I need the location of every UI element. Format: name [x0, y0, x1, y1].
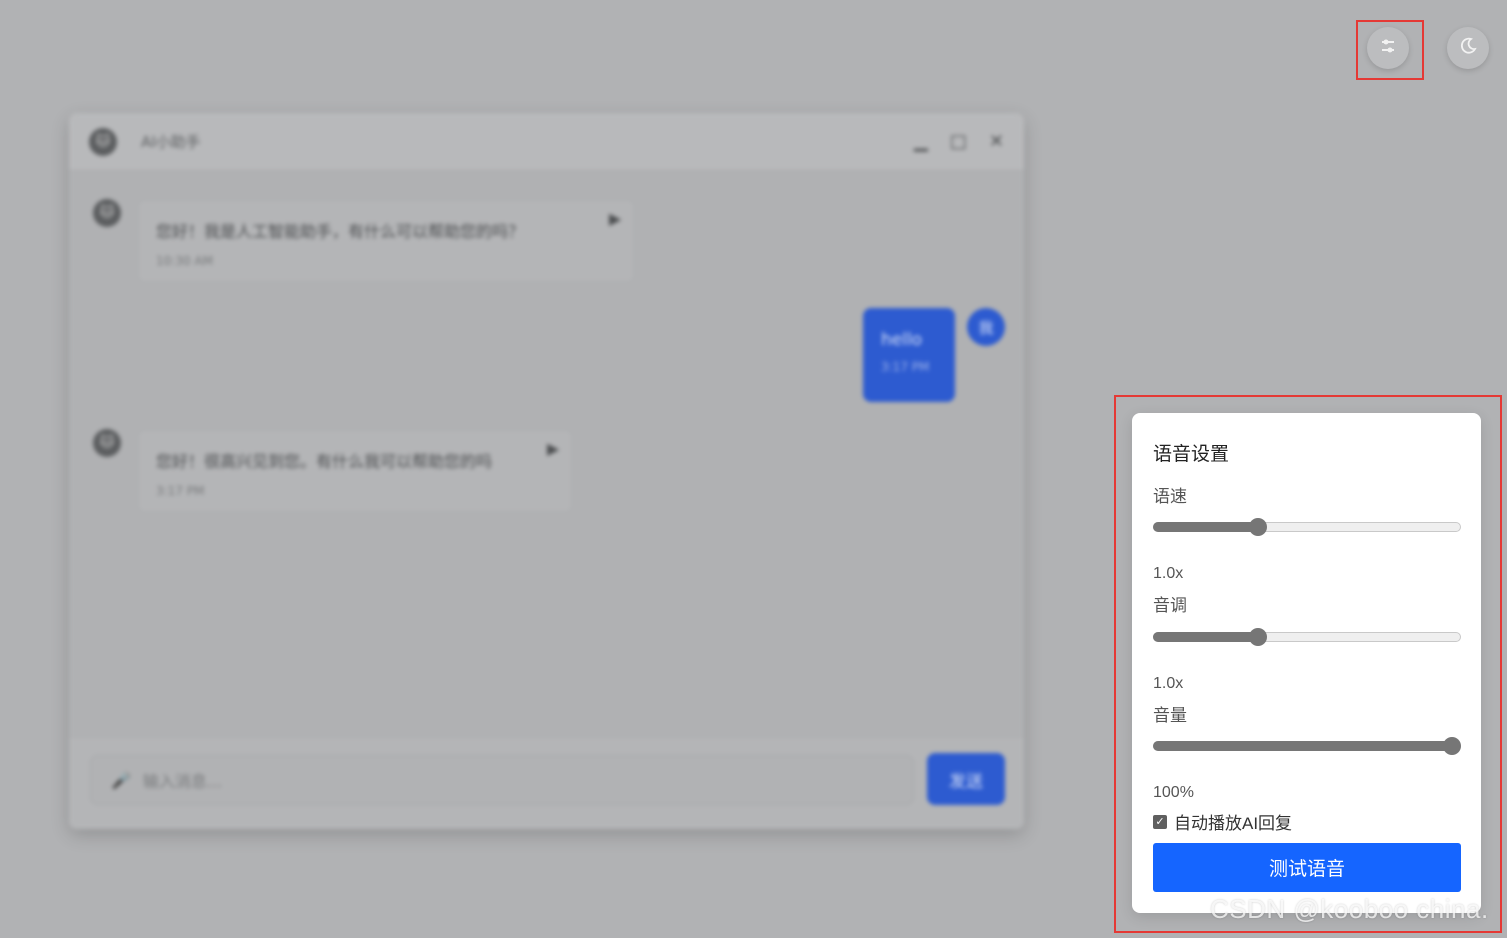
message-text: 您好！很高兴见到您。有什么我可以帮助您的吗	[156, 452, 493, 471]
input-placeholder: 输入消息...	[142, 772, 223, 791]
send-button[interactable]: 发送	[927, 753, 1005, 805]
maximize-icon[interactable]: □	[950, 131, 967, 152]
message-time: 10:30 AM	[156, 254, 213, 268]
microphone-icon[interactable]: 🎤	[111, 771, 131, 790]
moon-icon	[1459, 37, 1477, 60]
highlight-box-panel	[1114, 395, 1502, 933]
message-bubble: 您好！很高兴见到您。有什么我可以帮助您的吗 3:17 PM	[137, 429, 573, 513]
message-input[interactable]: 🎤 输入消息...	[90, 755, 914, 805]
chat-title: AI小助手	[141, 133, 201, 151]
message-time: 3:17 PM	[881, 360, 930, 374]
play-icon[interactable]: ▶	[609, 209, 621, 228]
bot-avatar: 🐱	[89, 127, 117, 156]
message-user-1: hello 3:17 PM	[863, 308, 955, 402]
message-text: hello	[881, 330, 923, 350]
message-bot-2: 🐱 您好！很高兴见到您。有什么我可以帮助您的吗 3:17 PM ▶	[93, 429, 573, 513]
chat-header: 🐱 AI小助手 ▁ □ ✕	[69, 113, 1024, 171]
bot-avatar: 🐱	[93, 429, 121, 457]
message-bubble: 您好！我是人工智能助手，有什么可以帮助您的吗？ 10:30 AM	[137, 199, 635, 283]
message-bot-1: 🐱 您好！我是人工智能助手，有什么可以帮助您的吗？ 10:30 AM ▶	[93, 199, 635, 283]
chat-window: 🐱 AI小助手 ▁ □ ✕ 🐱 您好！我是人工智能助手，有什么可以帮助您的吗？ …	[69, 113, 1024, 829]
message-text: 您好！我是人工智能助手，有什么可以帮助您的吗？	[156, 222, 525, 241]
watermark: CSDN @kooboo china.	[1210, 894, 1489, 924]
bot-avatar: 🐱	[93, 199, 121, 227]
minimize-icon[interactable]: ▁	[914, 131, 928, 152]
user-avatar: 我	[967, 308, 1005, 346]
theme-toggle-button[interactable]	[1447, 27, 1489, 69]
chat-footer: 🎤 输入消息... 发送	[69, 736, 1024, 829]
highlight-box-settings	[1356, 20, 1424, 80]
message-time: 3:17 PM	[156, 484, 205, 498]
close-icon[interactable]: ✕	[989, 131, 1004, 152]
play-icon[interactable]: ▶	[547, 439, 559, 458]
